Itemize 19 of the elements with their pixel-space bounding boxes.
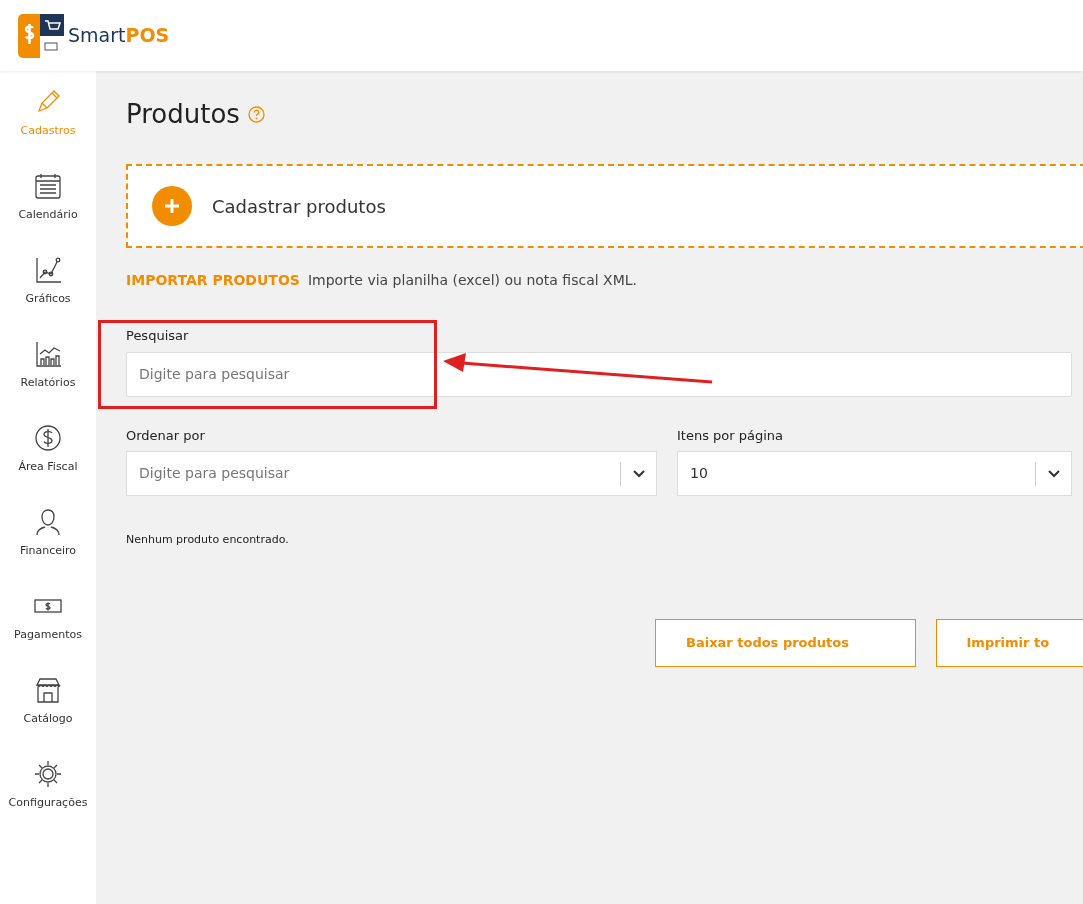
import-description: Importe via planilha (excel) ou nota fiscal XML. [307,271,637,291]
brand-name: SmartPOS [68,23,170,49]
plus-icon [152,186,192,227]
caret-icon [1047,469,1060,478]
per-page-label: Itens por página [677,426,784,445]
page-title: Produtos [126,99,240,131]
dollar-icon [33,422,63,453]
empty-message: Nenhum produto encontrado. [126,532,290,549]
search-field[interactable]: Digite para pesquisar [126,351,1072,397]
sort-select[interactable]: Digite para pesquisar [126,451,657,497]
search-label: Pesquisar [126,327,189,346]
caret-icon [632,469,645,478]
help-icon[interactable] [247,106,265,124]
person-icon [33,506,63,537]
add-product-label: Cadastrar produtos [212,194,386,219]
per-page-select[interactable]: 10 [677,451,1072,497]
settings-icon [33,758,63,789]
add-product-card[interactable]: Cadastrar produtos [126,164,1083,249]
sort-label: Ordenar por [126,426,205,445]
